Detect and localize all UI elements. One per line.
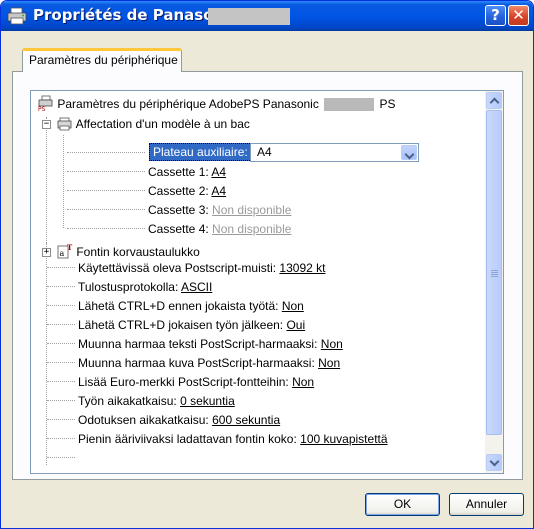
setting-row[interactable]: Lisää Euro-merkki PostScript-fontteihin:…: [78, 373, 314, 391]
setting-value[interactable]: 13092 kt: [279, 261, 325, 275]
printer-tray-icon: [57, 117, 72, 131]
vertical-scrollbar[interactable]: [485, 91, 503, 473]
redacted-region: [324, 98, 375, 112]
thumb-grip: [491, 276, 498, 277]
tree-connector: [46, 243, 47, 465]
scrollbar-thumb[interactable]: [486, 110, 502, 435]
printer-icon: [7, 7, 27, 25]
setting-label: Muunna harmaa teksti PostScript-harmaaks…: [78, 337, 318, 351]
scroll-down-button[interactable]: [486, 454, 502, 471]
cassette-value[interactable]: A4: [211, 184, 226, 198]
tree-connector: [47, 400, 75, 401]
properties-dialog: Propriétés de Panasonic ? ✕ Paramètres d…: [0, 0, 534, 529]
setting-label: Lähetä CTRL+D ennen jokaista työtä:: [78, 299, 279, 313]
setting-value[interactable]: ASCII: [181, 280, 212, 294]
setting-row[interactable]: Pienin ääriviivaksi ladattavan fontin ko…: [78, 430, 388, 448]
setting-label: Käytettävissä oleva Postscript-muisti:: [78, 261, 277, 275]
tree-connector: [47, 419, 75, 420]
svg-text:PS: PS: [38, 106, 46, 111]
setting-label: Odotuksen aikakatkaisu:: [78, 413, 209, 427]
tree-node-tray-mapping[interactable]: Affectation d'un modèle à un bac: [57, 115, 250, 133]
tree-connector: [47, 324, 75, 325]
setting-row[interactable]: Työn aikakatkaisu: 0 sekuntia: [78, 392, 235, 410]
setting-value[interactable]: Non: [318, 356, 340, 370]
setting-value[interactable]: 600 sekuntia: [212, 413, 280, 427]
cassette-label: Cassette 4:: [148, 222, 209, 236]
tree-connector: [67, 190, 145, 191]
cassette-value: Non disponible: [212, 222, 292, 236]
tree-connector: [67, 152, 145, 153]
close-button[interactable]: ✕: [508, 5, 529, 26]
setting-row[interactable]: Tulostusprotokolla: ASCII: [78, 278, 212, 296]
setting-value[interactable]: Non: [282, 299, 304, 313]
setting-label: Muunna harmaa kuva PostScript-harmaaksi:: [78, 356, 315, 370]
setting-value[interactable]: 100 kuvapistettä: [300, 432, 387, 446]
cassette-label: Cassette 1:: [148, 165, 209, 179]
setting-row[interactable]: Lähetä CTRL+D jokaisen työn jälkeen: Oui: [78, 316, 305, 334]
thumb-grip: [491, 270, 498, 271]
font-table-icon: a T: [57, 243, 73, 259]
svg-text:a: a: [60, 249, 65, 258]
tree-node-tray-mapping-label: Affectation d'un modèle à un bac: [75, 117, 250, 131]
svg-text:T: T: [67, 243, 73, 252]
tree-connector: [47, 305, 75, 306]
collapse-toggle[interactable]: −: [42, 120, 51, 129]
tree-connector: [47, 343, 75, 344]
redacted-region: [208, 8, 290, 25]
help-button[interactable]: ?: [485, 5, 506, 26]
setting-row[interactable]: Käytettävissä oleva Postscript-muisti: 1…: [78, 259, 325, 277]
setting-row[interactable]: Muunna harmaa teksti PostScript-harmaaks…: [78, 335, 343, 353]
printer-settings-icon: PS: [38, 95, 53, 113]
tree-node-cassette-3[interactable]: Cassette 3: Non disponible: [148, 201, 291, 219]
thumb-grip: [491, 274, 498, 275]
tree-content: PS Paramètres du périphérique AdobePS Pa…: [31, 91, 485, 473]
tree-connector: [47, 362, 75, 363]
setting-value[interactable]: 0 sekuntia: [180, 394, 235, 408]
tree-root[interactable]: PS Paramètres du périphérique AdobePS Pa…: [38, 95, 396, 113]
cassette-value[interactable]: A4: [211, 165, 226, 179]
setting-value[interactable]: Non: [292, 375, 314, 389]
setting-value[interactable]: Oui: [286, 318, 305, 332]
tree-connector: [47, 267, 75, 268]
setting-label: Pienin ääriviivaksi ladattavan fontin ko…: [78, 432, 297, 446]
tray-aux-label[interactable]: Plateau auxiliaire:: [149, 143, 252, 161]
tree-connector: [67, 171, 145, 172]
setting-label: Työn aikakatkaisu:: [78, 394, 177, 408]
tree-root-label-a: Paramètres du périphérique AdobePS Panas…: [57, 97, 319, 111]
scroll-up-button[interactable]: [486, 92, 502, 109]
tray-aux-select[interactable]: A4: [250, 143, 419, 162]
ok-button[interactable]: OK: [365, 493, 440, 516]
expand-toggle[interactable]: +: [42, 248, 51, 257]
setting-label: Tulostusprotokolla:: [78, 280, 179, 294]
tree-node-cassette-1[interactable]: Cassette 1: A4: [148, 163, 226, 181]
cancel-button[interactable]: Annuler: [449, 493, 524, 516]
tree-connector: [47, 457, 75, 458]
tree-node-font-table-label: Fontin korvaustaulukko: [76, 245, 200, 259]
setting-row[interactable]: Lähetä CTRL+D ennen jokaista työtä: Non: [78, 297, 304, 315]
cassette-value: Non disponible: [212, 203, 292, 217]
cassette-label: Cassette 2:: [148, 184, 209, 198]
tree-connector: [67, 228, 145, 229]
tree-connector: [47, 381, 75, 382]
settings-tree[interactable]: PS Paramètres du périphérique AdobePS Pa…: [30, 90, 504, 474]
thumb-grip: [491, 272, 498, 273]
tab-device-settings[interactable]: Paramètres du périphérique: [22, 48, 182, 72]
tree-connector: [63, 135, 64, 228]
setting-row[interactable]: Muunna harmaa kuva PostScript-harmaaksi:…: [78, 354, 340, 372]
tree-node-cassette-2[interactable]: Cassette 2: A4: [148, 182, 226, 200]
tree-connector: [47, 438, 75, 439]
tree-connector: [67, 209, 145, 210]
tree-root-label-b: PS: [379, 97, 396, 111]
chevron-down-icon[interactable]: [401, 145, 417, 160]
tree-node-cassette-4[interactable]: Cassette 4: Non disponible: [148, 220, 291, 238]
setting-value[interactable]: Non: [321, 337, 343, 351]
setting-row[interactable]: Odotuksen aikakatkaisu: 600 sekuntia: [78, 411, 280, 429]
setting-label: Lähetä CTRL+D jokaisen työn jälkeen:: [78, 318, 284, 332]
cassette-label: Cassette 3:: [148, 203, 209, 217]
tray-aux-select-value: A4: [257, 145, 272, 159]
tree-connector: [46, 117, 47, 243]
title-bar[interactable]: Propriétés de Panasonic ? ✕: [1, 1, 533, 31]
tree-connector: [47, 286, 75, 287]
setting-label: Lisää Euro-merkki PostScript-fontteihin:: [78, 375, 289, 389]
